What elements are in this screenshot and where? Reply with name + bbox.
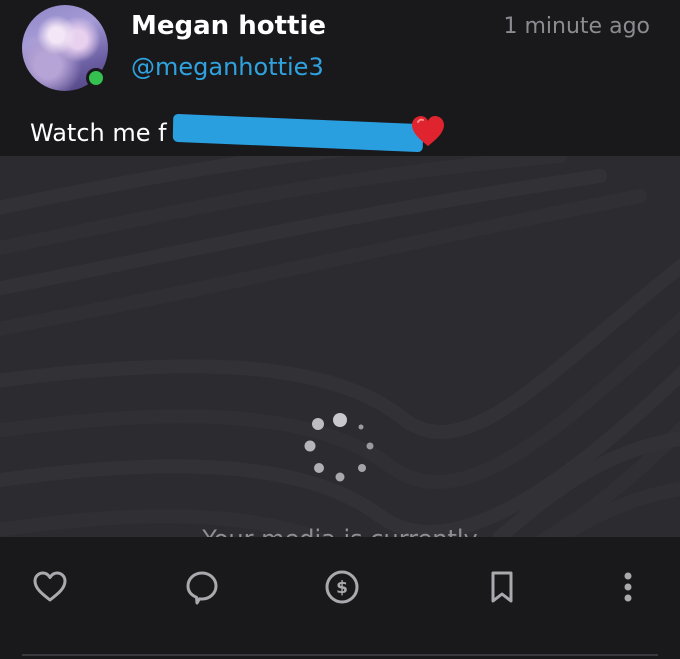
post-caption: Watch me f xyxy=(30,113,423,153)
online-status-indicator xyxy=(86,68,106,88)
bookmark-button[interactable] xyxy=(478,563,526,611)
post-timestamp: 1 minute ago xyxy=(503,14,650,39)
processing-line-1: Your media is currently xyxy=(0,521,680,537)
more-vertical-icon xyxy=(624,572,632,602)
red-heart-emoji xyxy=(412,116,444,146)
avatar[interactable] xyxy=(22,5,110,93)
comment-button[interactable] xyxy=(178,563,226,611)
post-card: Megan hottie @meganhottie3 1 minute ago … xyxy=(0,0,680,659)
bookmark-icon xyxy=(491,571,513,603)
caption-text: Watch me f xyxy=(30,119,167,147)
processing-message: Your media is currently processing xyxy=(0,521,680,537)
loading-spinner-icon xyxy=(304,413,374,482)
like-button[interactable] xyxy=(26,563,74,611)
dollar-tip-icon: $ xyxy=(325,570,359,604)
more-options-button[interactable] xyxy=(604,563,652,611)
author-handle[interactable]: @meganhottie3 xyxy=(131,53,324,81)
redaction-scribble xyxy=(172,113,423,153)
heart-icon xyxy=(33,571,67,602)
author-name[interactable]: Megan hottie xyxy=(131,11,326,41)
action-bar: $ xyxy=(0,537,680,659)
divider xyxy=(22,654,658,656)
media-placeholder[interactable]: Your media is currently processing xyxy=(0,156,680,537)
svg-text:$: $ xyxy=(336,578,348,598)
tip-button[interactable]: $ xyxy=(318,563,366,611)
comment-icon xyxy=(186,571,218,605)
